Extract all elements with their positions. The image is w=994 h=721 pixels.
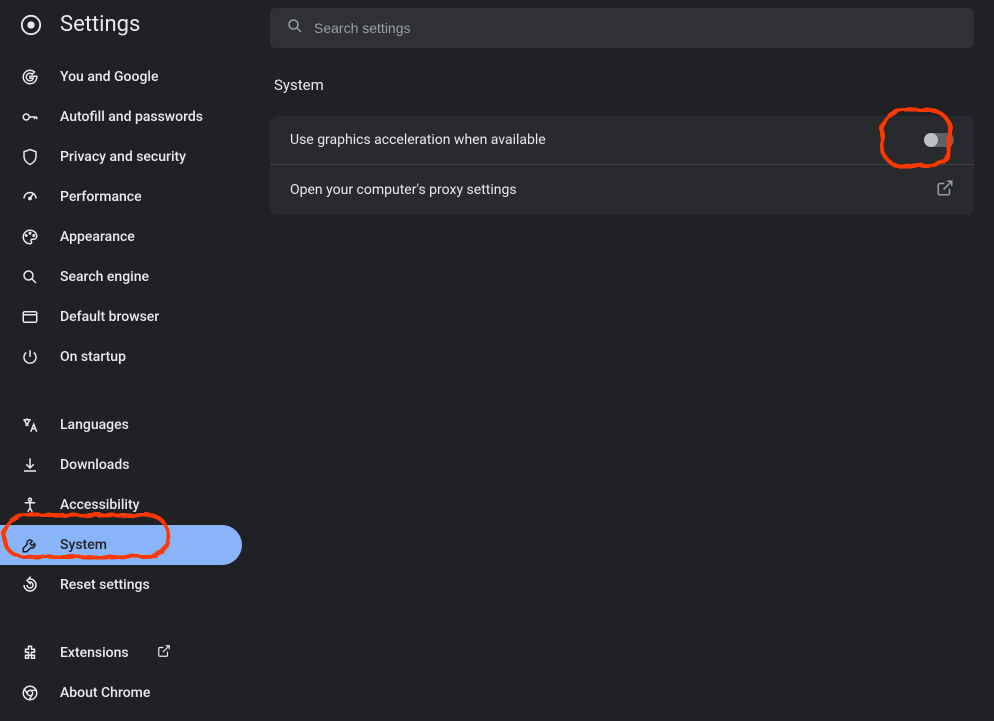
sidebar-item-label: On startup	[60, 349, 126, 365]
sidebar-item-label: About Chrome	[60, 685, 150, 701]
sidebar-item-extensions[interactable]: Extensions	[0, 633, 242, 673]
sidebar-item-reset[interactable]: Reset settings	[0, 565, 242, 605]
search-icon	[20, 267, 40, 287]
download-icon	[20, 455, 40, 475]
key-icon	[20, 107, 40, 127]
sidebar-item-label: System	[60, 537, 107, 553]
translate-icon	[20, 415, 40, 435]
google-icon	[20, 67, 40, 87]
sidebar-item-label: Performance	[60, 189, 142, 205]
sidebar-item-label: Languages	[60, 417, 129, 433]
search-icon	[286, 17, 304, 39]
settings-row-graphics-accel[interactable]: Use graphics acceleration when available	[270, 116, 974, 164]
nav-group-1: You and Google Autofill and passwords Pr…	[0, 49, 250, 385]
toggle-graphics-accel[interactable]	[924, 133, 954, 147]
sidebar-item-on-startup[interactable]: On startup	[0, 337, 242, 377]
sidebar-item-label: Search engine	[60, 269, 149, 285]
content-area: System Use graphics acceleration when av…	[270, 48, 974, 243]
accessibility-icon	[20, 495, 40, 515]
browser-icon	[20, 307, 40, 327]
sidebar-item-accessibility[interactable]: Accessibility	[0, 485, 242, 525]
sidebar-item-autofill[interactable]: Autofill and passwords	[0, 97, 242, 137]
nav-group-3: Extensions About Chrome	[0, 625, 250, 721]
settings-row-label: Use graphics acceleration when available	[290, 132, 546, 148]
palette-icon	[20, 227, 40, 247]
sidebar-item-system[interactable]: System	[0, 525, 242, 565]
sidebar-item-label: Default browser	[60, 309, 159, 325]
sidebar-item-label: Appearance	[60, 229, 135, 245]
sidebar-item-search-engine[interactable]: Search engine	[0, 257, 242, 297]
sidebar-item-performance[interactable]: Performance	[0, 177, 242, 217]
chrome-logo-icon	[20, 14, 42, 36]
external-link-icon	[936, 179, 954, 201]
sidebar-item-label: Autofill and passwords	[60, 109, 203, 125]
shield-icon	[20, 147, 40, 167]
settings-row-proxy[interactable]: Open your computer's proxy settings	[270, 164, 974, 215]
sidebar-item-languages[interactable]: Languages	[0, 405, 242, 445]
nav-group-2: Languages Downloads Accessibility System…	[0, 397, 250, 613]
page-title: Settings	[60, 12, 140, 37]
sidebar-item-label: You and Google	[60, 69, 158, 85]
search-input[interactable]	[314, 20, 958, 36]
sidebar-item-label: Downloads	[60, 457, 129, 473]
external-link-icon	[157, 644, 171, 662]
sidebar: Settings You and Google Autofill and pas…	[0, 0, 250, 697]
wrench-icon	[20, 535, 40, 555]
power-icon	[20, 347, 40, 367]
settings-card: Use graphics acceleration when available…	[270, 116, 974, 215]
settings-row-label: Open your computer's proxy settings	[290, 182, 517, 198]
section-title: System	[270, 76, 974, 94]
main-content: System Use graphics acceleration when av…	[250, 0, 994, 697]
sidebar-item-label: Accessibility	[60, 497, 139, 513]
sidebar-item-default-browser[interactable]: Default browser	[0, 297, 242, 337]
sidebar-item-privacy[interactable]: Privacy and security	[0, 137, 242, 177]
sidebar-item-label: Reset settings	[60, 577, 150, 593]
sidebar-item-label: Extensions	[60, 645, 129, 661]
search-bar[interactable]	[270, 8, 974, 48]
sidebar-item-downloads[interactable]: Downloads	[0, 445, 242, 485]
sidebar-item-label: Privacy and security	[60, 149, 186, 165]
extension-icon	[20, 643, 40, 663]
sidebar-header: Settings	[0, 0, 250, 49]
reset-icon	[20, 575, 40, 595]
sidebar-item-you-and-google[interactable]: You and Google	[0, 57, 242, 97]
toggle-knob	[924, 133, 938, 147]
chrome-icon	[20, 683, 40, 703]
sidebar-item-appearance[interactable]: Appearance	[0, 217, 242, 257]
speedometer-icon	[20, 187, 40, 207]
sidebar-item-about-chrome[interactable]: About Chrome	[0, 673, 242, 713]
